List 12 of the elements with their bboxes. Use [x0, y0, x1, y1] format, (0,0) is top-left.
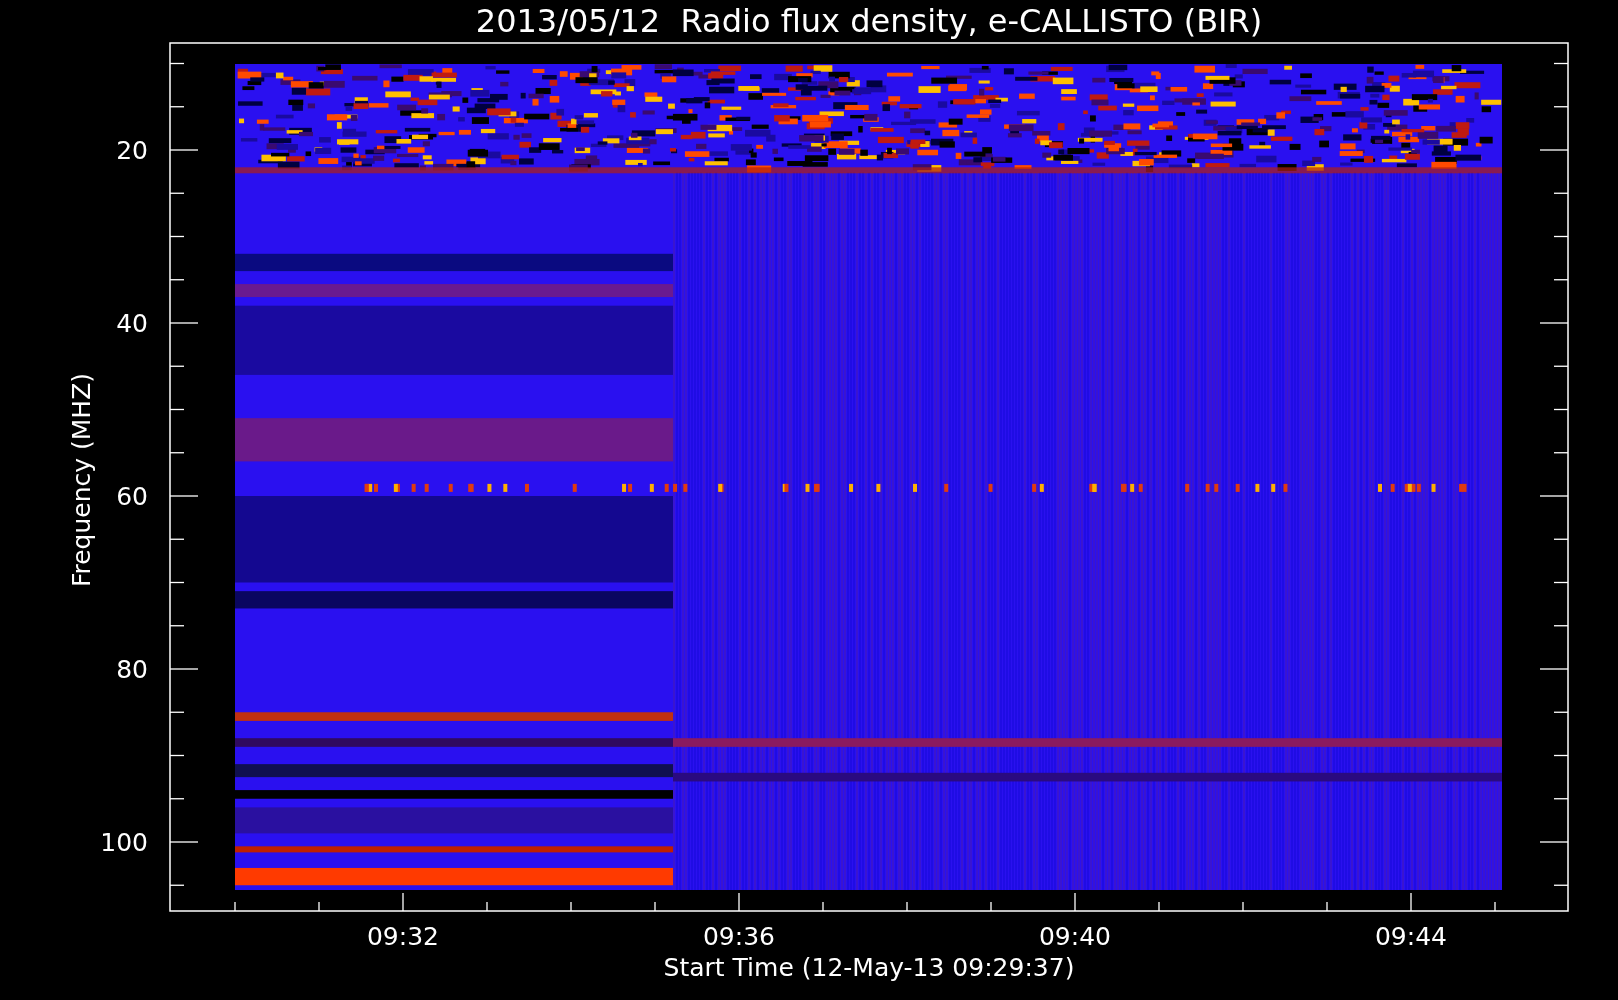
x-tick-label: 09:36	[703, 922, 775, 951]
y-tick-label: 100	[100, 828, 148, 857]
y-tick-label: 80	[116, 655, 148, 684]
y-tick-label: 20	[116, 136, 148, 165]
x-tick-label: 09:32	[367, 922, 439, 951]
y-tick-label: 60	[116, 482, 148, 511]
chart-title: 2013/05/12 Radio flux density, e-CALLISTO (BIR)	[475, 2, 1263, 40]
y-tick-label: 40	[116, 309, 148, 338]
y-axis-label: Frequency (MHZ)	[67, 372, 96, 588]
x-axis-label: Start Time (12-May-13 09:29:37)	[663, 953, 1075, 982]
x-tick-label: 09:40	[1039, 922, 1111, 951]
x-tick-label: 09:44	[1375, 922, 1447, 951]
